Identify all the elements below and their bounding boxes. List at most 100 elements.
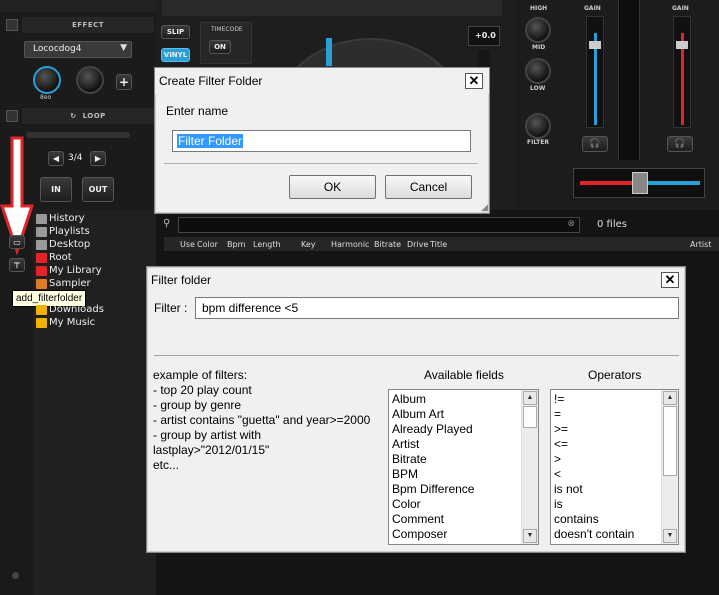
col-title[interactable]: Title — [430, 240, 447, 249]
list-item[interactable]: Composer — [392, 527, 447, 541]
list-item[interactable]: is — [554, 497, 563, 511]
deck-top-bar — [162, 0, 502, 16]
loop-next-button[interactable]: ▶ — [90, 151, 106, 166]
loop-prev-button[interactable]: ◀ — [48, 151, 64, 166]
mid-knob[interactable] — [525, 58, 551, 84]
tree-item-sampler[interactable]: Sampler — [36, 277, 91, 290]
available-fields-list[interactable]: Album Album Art Already Played Artist Bi… — [388, 389, 539, 545]
col-harmonic[interactable]: Harmonic — [331, 240, 369, 249]
tree-item-playlists[interactable]: Playlists — [36, 225, 90, 238]
fields-scrollbar[interactable]: ▲ ▼ — [521, 390, 538, 544]
list-item[interactable]: Bpm Difference — [392, 482, 474, 496]
tree-item-my-library[interactable]: My Library — [36, 264, 102, 277]
list-item[interactable]: Artist — [392, 437, 419, 451]
headphone-right-button[interactable]: 🎧 — [667, 136, 693, 152]
crossfader-handle[interactable] — [632, 172, 648, 194]
list-item[interactable]: Album — [392, 392, 426, 406]
out-label: OUT — [88, 185, 108, 194]
collapse-effect-icon[interactable] — [6, 19, 18, 31]
gain-right-handle[interactable] — [676, 41, 688, 49]
scroll-thumb[interactable] — [523, 406, 537, 428]
add-filterfolder-button[interactable]: ⊤ — [9, 258, 25, 272]
filter-dialog-titlebar: Filter folder ✕ — [147, 267, 685, 293]
gain-left-slider[interactable] — [586, 16, 604, 128]
list-item[interactable]: Album Art — [392, 407, 444, 421]
list-item[interactable]: <= — [554, 437, 568, 451]
list-item[interactable]: < — [554, 467, 561, 481]
loop-slider[interactable] — [26, 132, 130, 138]
crossfader[interactable] — [573, 168, 705, 198]
slip-button[interactable]: SLIP — [161, 25, 190, 39]
vinyl-button[interactable]: VINYL — [161, 48, 190, 62]
filter-input[interactable]: bpm difference <5 — [195, 297, 679, 319]
out-button[interactable]: OUT — [82, 177, 114, 202]
resize-grip-icon[interactable]: ◢ — [481, 202, 488, 213]
list-item[interactable]: Color — [392, 497, 421, 511]
collapse-loop-icon[interactable] — [6, 110, 18, 122]
scroll-down-icon[interactable]: ▼ — [523, 529, 537, 543]
list-item[interactable]: is not — [554, 482, 583, 496]
tree-item-desktop[interactable]: Desktop — [36, 238, 90, 251]
example-line: - group by genre — [153, 398, 242, 412]
tree-item-label: Sampler — [49, 278, 91, 289]
col-drive[interactable]: Drive — [407, 240, 428, 249]
side-button-1[interactable]: ▭ — [9, 235, 25, 249]
close-icon[interactable]: ✕ — [661, 272, 679, 288]
example-line: - top 20 play count — [153, 383, 252, 397]
name-input[interactable]: Filter Folder — [172, 130, 471, 152]
list-item[interactable]: Bitrate — [392, 452, 427, 466]
effect-select[interactable]: Lococdog4 ▼ — [24, 41, 132, 58]
in-button[interactable]: IN — [40, 177, 72, 202]
folder-icon — [36, 213, 47, 224]
gain-right-slider[interactable] — [673, 16, 691, 128]
scroll-up-icon[interactable]: ▲ — [523, 391, 537, 405]
folder-icon — [36, 239, 47, 250]
headphone-left-button[interactable]: 🎧 — [582, 136, 608, 152]
folder-icon — [36, 317, 47, 328]
timecode-on-button[interactable]: ON — [209, 40, 231, 54]
effect-knob-1[interactable] — [33, 66, 61, 94]
col-bpm[interactable]: Bpm — [227, 240, 245, 249]
operators-list[interactable]: != = >= <= > < is not is contains doesn'… — [550, 389, 679, 545]
tree-item-downloads[interactable]: Downloads — [36, 303, 104, 316]
tree-item-root[interactable]: Root — [36, 251, 72, 264]
operators-scrollbar[interactable]: ▲ ▼ — [661, 390, 678, 544]
effect-knob-2[interactable] — [76, 66, 104, 94]
list-item[interactable]: BPM — [392, 467, 418, 481]
list-item[interactable]: doesn't contain — [554, 527, 634, 541]
loop-icon: ↻ — [70, 112, 77, 120]
scroll-down-icon[interactable]: ▼ — [663, 529, 677, 543]
list-item[interactable]: Already Played — [392, 422, 473, 436]
list-item[interactable]: != — [554, 392, 564, 406]
tree-item-history[interactable]: History — [36, 212, 85, 225]
list-item[interactable]: >= — [554, 422, 568, 436]
close-icon[interactable]: ✕ — [465, 73, 483, 89]
col-bitrate[interactable]: Bitrate — [374, 240, 401, 249]
name-input-value: Filter Folder — [177, 134, 244, 148]
scroll-thumb[interactable] — [663, 406, 677, 476]
col-artist[interactable]: Artist — [690, 240, 711, 249]
col-use[interactable]: Use — [180, 240, 195, 249]
col-key[interactable]: Key — [301, 240, 316, 249]
example-line: - group by artist with — [153, 428, 262, 442]
tree-item-label: Playlists — [49, 226, 90, 237]
search-input[interactable]: ⊗ — [178, 217, 580, 233]
folder-icon — [36, 304, 47, 315]
clear-search-icon[interactable]: ⊗ — [567, 219, 575, 229]
ok-button[interactable]: OK — [289, 175, 376, 199]
tree-item-my-music[interactable]: My Music — [36, 316, 95, 329]
list-item[interactable]: = — [554, 407, 561, 421]
dialog-titlebar: Create Filter Folder ✕ — [155, 68, 489, 94]
list-item[interactable]: contains — [554, 512, 599, 526]
scroll-up-icon[interactable]: ▲ — [663, 391, 677, 405]
list-item[interactable]: Comment — [392, 512, 444, 526]
col-color[interactable]: Color — [197, 240, 218, 249]
add-effect-button[interactable]: + — [116, 74, 132, 90]
gain-left-handle[interactable] — [589, 41, 601, 49]
cancel-button[interactable]: Cancel — [385, 175, 472, 199]
high-knob[interactable] — [525, 17, 551, 43]
col-length[interactable]: Length — [253, 240, 281, 249]
top-strip — [0, 0, 156, 12]
list-item[interactable]: > — [554, 452, 561, 466]
filter-knob[interactable] — [525, 113, 551, 139]
